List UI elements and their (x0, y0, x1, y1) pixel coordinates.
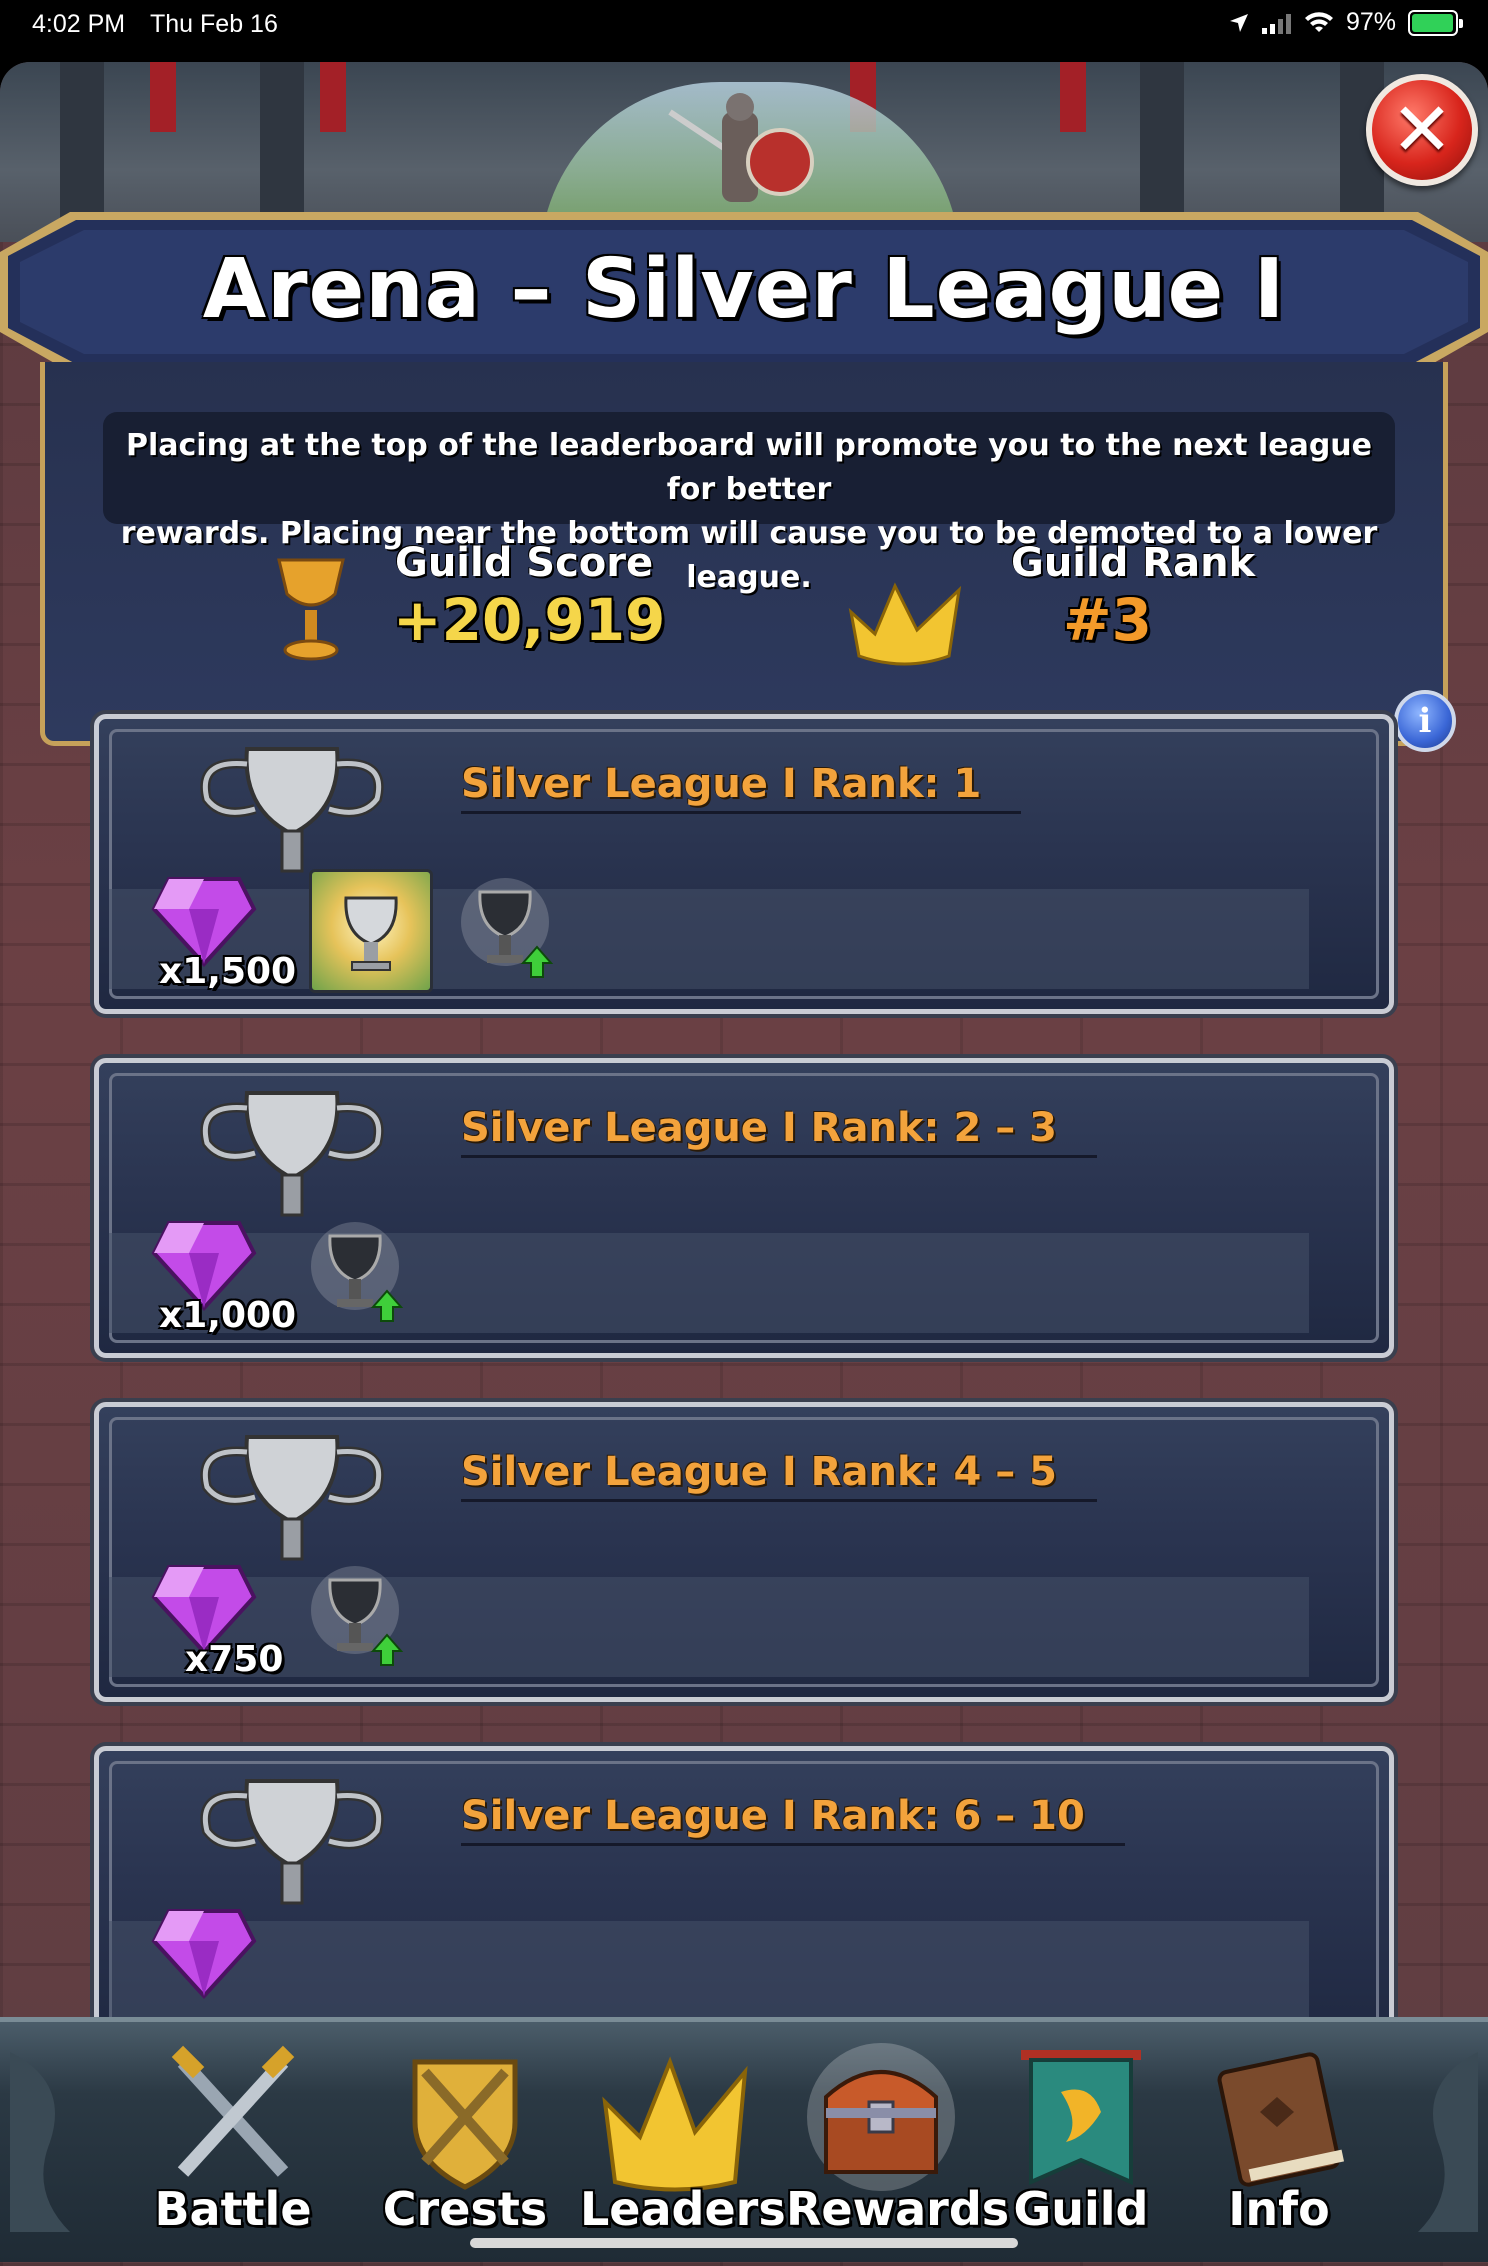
close-icon: ✕ (1390, 87, 1453, 173)
trophy-tile-icon (344, 896, 398, 971)
status-indicators: 97% (1228, 8, 1463, 37)
book-icon (1217, 2052, 1345, 2187)
dragon-right-ornament (1418, 2052, 1478, 2232)
guild-score-value: +20,919 (393, 586, 666, 654)
nav-battle[interactable]: Battle (138, 2042, 328, 2242)
nav-info-label: Info (1228, 2182, 1330, 2236)
promotion-trophy-icon (311, 1566, 404, 1666)
nav-guild-label: Guild (1013, 2182, 1149, 2236)
dragon-left-ornament (10, 2052, 70, 2232)
nav-leaders-label: Leaders (580, 2182, 786, 2236)
info-button[interactable]: i (1394, 690, 1456, 752)
status-bar: 4:02 PM Thu Feb 16 97% (0, 0, 1488, 50)
reward-title: Silver League I Rank: 2 – 3 (461, 1105, 1097, 1158)
reward-title: Silver League I Rank: 1 (461, 761, 1022, 814)
status-date: Thu Feb 16 (150, 10, 278, 38)
trophy-bonus-tile (309, 869, 433, 993)
goblet-icon (277, 558, 345, 661)
promotion-trophy-icon (461, 878, 554, 978)
info-icon: i (1418, 701, 1432, 741)
nav-battle-label: Battle (154, 2182, 312, 2236)
reward-card-rank-6-10: Silver League I Rank: 6 – 10 (94, 1746, 1394, 2046)
treasure-chest-icon (807, 2043, 955, 2191)
silver-trophy-icon (200, 1779, 384, 1905)
promotion-trophy-icon (311, 1222, 404, 1322)
nav-info[interactable]: Info (1184, 2042, 1374, 2242)
gem-count: x1,500 (159, 951, 297, 992)
wifi-icon (1304, 11, 1333, 32)
gem-count: x750 (185, 1639, 284, 1680)
silver-trophy-icon (200, 747, 384, 873)
battery-percent: 97% (1345, 8, 1396, 36)
reward-card-rank-2-3: Silver League I Rank: 2 – 3 x1,000 (94, 1058, 1394, 1358)
location-icon (1229, 13, 1248, 32)
league-info-panel: Placing at the top of the leaderboard wi… (40, 362, 1448, 746)
league-description: Placing at the top of the leaderboard wi… (103, 412, 1395, 595)
crossed-swords-icon (171, 2045, 295, 2177)
reward-card-rank-4-5: Silver League I Rank: 4 – 5 x750 (94, 1402, 1394, 1702)
reward-title: Silver League I Rank: 6 – 10 (461, 1793, 1125, 1846)
home-indicator[interactable] (470, 2238, 1018, 2248)
gem-count: x1,000 (159, 1295, 297, 1336)
nav-crests-label: Crests (382, 2182, 548, 2236)
arena-screen: ✕ Arena – Silver League I Placing at the… (0, 62, 1488, 2266)
close-button[interactable]: ✕ (1366, 74, 1478, 186)
description-line-1: Placing at the top of the leaderboard wi… (125, 428, 1372, 507)
crown-icon (602, 2056, 748, 2192)
signal-icon (1261, 13, 1291, 34)
reward-title: Silver League I Rank: 4 – 5 (461, 1449, 1097, 1502)
guild-score-label: Guild Score (395, 540, 654, 586)
crown-icon (848, 582, 962, 666)
guild-rank-value: #3 (1063, 586, 1152, 654)
battery-icon (1408, 9, 1463, 36)
nav-rewards-label: Rewards (786, 2182, 1010, 2236)
guild-banner-icon (1021, 2050, 1141, 2186)
silver-trophy-icon (200, 1091, 384, 1217)
guild-rank-label: Guild Rank (1011, 540, 1256, 586)
knight-icon (668, 93, 814, 202)
bottom-nav: Battle Crests Leaders Rewards Guild Info (0, 2017, 1488, 2262)
gem-icon (151, 1909, 257, 1999)
nav-leaders[interactable]: Leaders (580, 2042, 786, 2242)
nav-rewards[interactable]: Rewards (786, 2042, 1010, 2242)
crest-shield-icon (412, 2059, 518, 2190)
page-title: Arena – Silver League I (202, 242, 1286, 337)
reward-card-rank-1: Silver League I Rank: 1 x1,500 (94, 714, 1394, 1014)
nav-guild[interactable]: Guild (986, 2042, 1176, 2242)
nav-crests[interactable]: Crests (370, 2042, 560, 2242)
status-time: 4:02 PM (32, 10, 126, 38)
silver-trophy-icon (200, 1435, 384, 1561)
